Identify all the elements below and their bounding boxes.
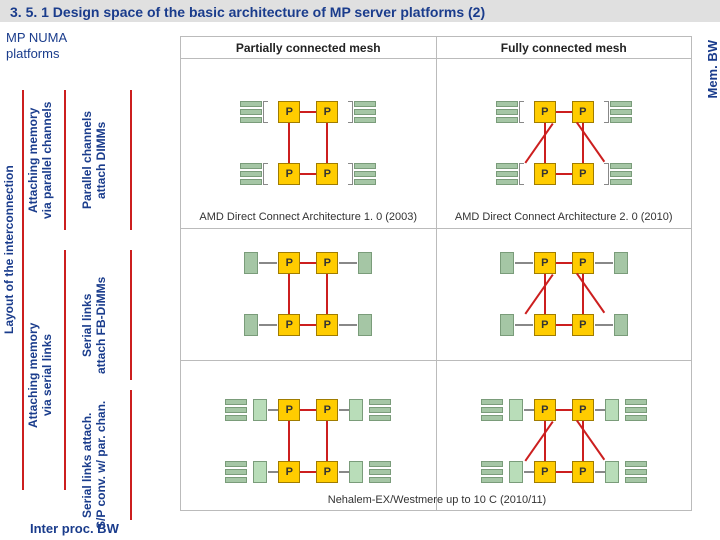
- proc: P: [316, 252, 338, 274]
- proc: P: [316, 314, 338, 336]
- platform-label: MP NUMA platforms: [6, 30, 67, 63]
- col-partial: Partially connected mesh: [181, 37, 437, 59]
- diagram-amd10: P P P P: [238, 89, 378, 199]
- proc: P: [278, 461, 300, 483]
- diagram-sp-partial: P P P P: [223, 381, 393, 491]
- diagram-fb-full: P P P P: [494, 240, 634, 350]
- proc: P: [534, 163, 556, 185]
- cell-full-parallel: P P P P AMD Direct Connect A: [437, 59, 693, 229]
- label-serial-fb: Serial links attach FB-DiMMs: [80, 255, 108, 395]
- cell-partial-parallel: P P P P AMD Direct Connect Architectu: [181, 59, 437, 229]
- caption-amd20: AMD Direct Connect Architecture 2. 0 (20…: [437, 211, 692, 223]
- proc: P: [278, 163, 300, 185]
- proc: P: [572, 163, 594, 185]
- label-inter-bw: Inter proc. BW: [30, 521, 119, 536]
- proc: P: [572, 314, 594, 336]
- arrow-ser-fb: [130, 250, 132, 380]
- design-grid: Partially connected mesh Fully connected…: [180, 36, 692, 511]
- proc: P: [278, 252, 300, 274]
- proc: P: [534, 314, 556, 336]
- diagram-fb-partial: P P P P: [238, 240, 378, 350]
- cell-full-sp: P P P P: [437, 361, 693, 511]
- cell-partial-sp: P P P P: [181, 361, 437, 511]
- proc: P: [572, 252, 594, 274]
- proc: P: [534, 101, 556, 123]
- proc: P: [316, 163, 338, 185]
- proc: P: [534, 461, 556, 483]
- arrow-ser-sp: [130, 390, 132, 520]
- label-parallel-channels: Parallel channels attach DIMMs: [80, 90, 108, 230]
- proc: P: [572, 101, 594, 123]
- caption-nehalem: Nehalem-EX/Westmere up to 10 C (2010/11): [181, 494, 693, 506]
- diagram-sp-full: P P P P: [479, 381, 649, 491]
- proc: P: [534, 399, 556, 421]
- proc: P: [316, 399, 338, 421]
- label-attach-parallel: Attaching memory via parallel channels: [26, 90, 54, 230]
- label-mem-bw: Mem. BW: [705, 40, 720, 99]
- arrow-attach-par: [64, 90, 66, 230]
- proc: P: [316, 461, 338, 483]
- proc: P: [278, 101, 300, 123]
- proc: P: [278, 314, 300, 336]
- diagram-amd20: P P P P: [494, 89, 634, 199]
- arrow-layout: [22, 90, 24, 490]
- page-header: 3. 5. 1 Design space of the basic archit…: [0, 0, 720, 22]
- proc: P: [534, 252, 556, 274]
- caption-amd10: AMD Direct Connect Architecture 1. 0 (20…: [181, 211, 436, 223]
- label-layout: Layout of the interconnection: [2, 130, 16, 370]
- cell-full-fbdimm: P P P P: [437, 229, 693, 361]
- cell-partial-fbdimm: P P P P: [181, 229, 437, 361]
- proc: P: [572, 399, 594, 421]
- arrow-par-ch: [130, 90, 132, 230]
- proc: P: [572, 461, 594, 483]
- proc: P: [316, 101, 338, 123]
- label-attach-serial: Attaching memory via serial links: [26, 260, 54, 490]
- label-serial-sp: Serial links attach. S/P conv. w/ par. c…: [80, 390, 108, 540]
- proc: P: [278, 399, 300, 421]
- arrow-attach-ser: [64, 250, 66, 490]
- col-full: Fully connected mesh: [437, 37, 693, 59]
